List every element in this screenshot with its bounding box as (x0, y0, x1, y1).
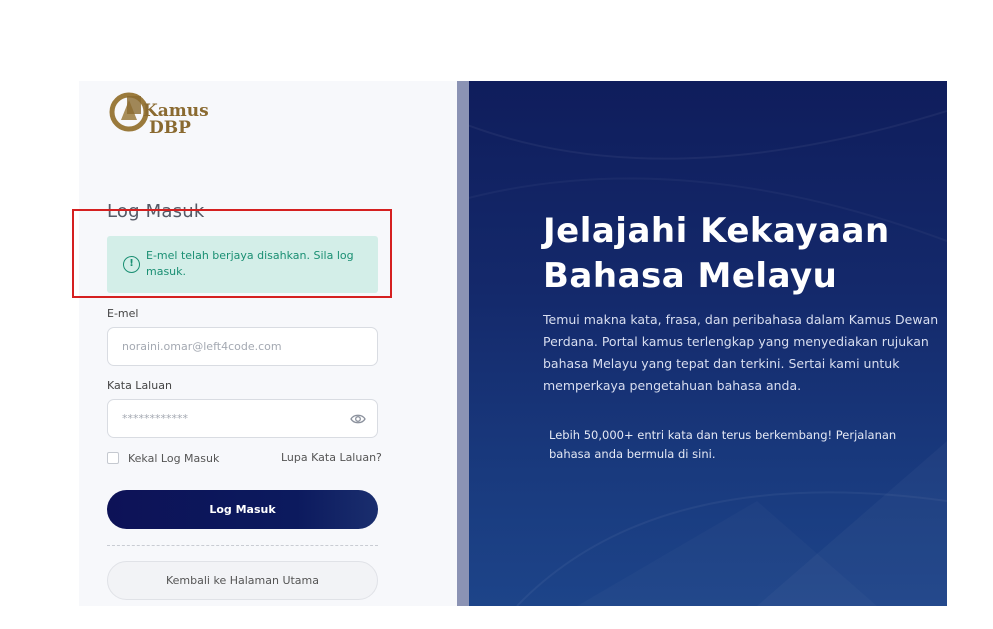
hero-title: Jelajahi Kekayaan Bahasa Melayu (543, 211, 890, 296)
hero-description: Temui makna kata, frasa, dan peribahasa … (543, 312, 939, 393)
email-field[interactable] (107, 327, 378, 366)
back-home-button[interactable]: Kembali ke Halaman Utama (107, 561, 378, 600)
remember-checkbox[interactable] (107, 452, 119, 464)
forgot-password-link[interactable]: Lupa Kata Laluan? (281, 451, 382, 464)
accent-strip (457, 81, 469, 606)
highlight-annotation (72, 209, 392, 298)
hero-panel: Jelajahi Kekayaan Bahasa Melayu Temui ma… (457, 81, 947, 606)
password-field[interactable] (107, 399, 378, 438)
remember-me[interactable]: Kekal Log Masuk (107, 451, 219, 465)
eye-icon[interactable] (350, 411, 366, 425)
remember-label: Kekal Log Masuk (128, 451, 220, 465)
password-label: Kata Laluan (107, 379, 172, 392)
kamus-dbp-logo: Kamus DBP (107, 86, 227, 138)
email-label: E-mel (107, 307, 139, 320)
divider (107, 545, 378, 546)
login-button[interactable]: Log Masuk (107, 490, 378, 529)
hero-note: Lebih 50,000+ entri kata dan terus berke… (549, 428, 897, 461)
logo-text-line2: DBP (149, 118, 191, 138)
